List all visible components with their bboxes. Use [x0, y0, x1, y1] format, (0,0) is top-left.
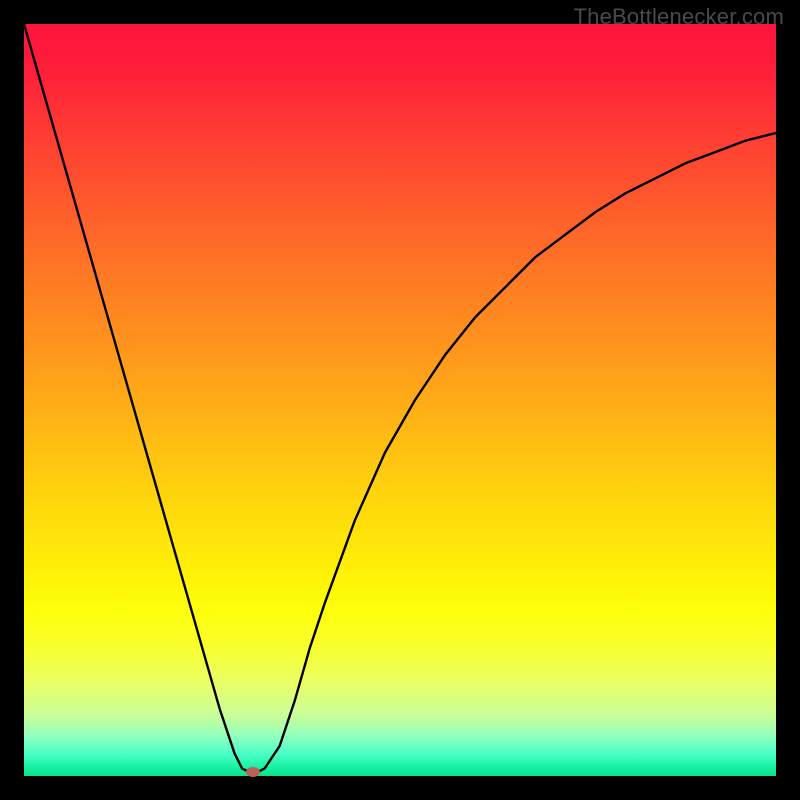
curve-svg: [24, 24, 776, 776]
optimum-marker: [246, 767, 260, 777]
plot-area: [24, 24, 776, 776]
chart-frame: TheBottlenecker.com: [0, 0, 800, 800]
watermark-text: TheBottlenecker.com: [574, 4, 784, 30]
bottleneck-curve: [24, 24, 776, 772]
